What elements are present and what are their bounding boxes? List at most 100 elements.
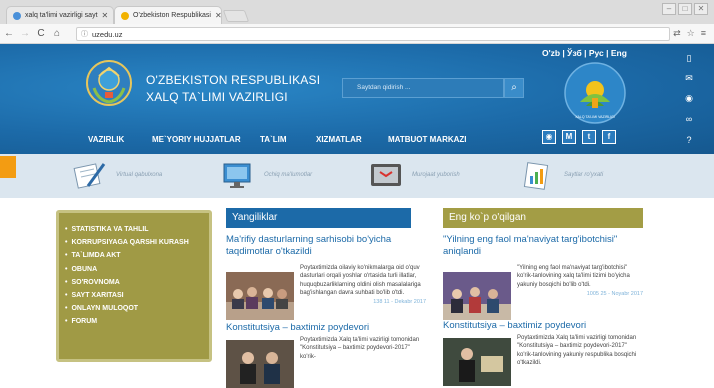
news-article-meta: 138 11 - Dekabr 2017 — [373, 299, 426, 306]
nav-talim[interactable]: TA`LIM — [260, 135, 287, 144]
menu-item-sitemap[interactable]: • SAYT XARITASI — [65, 289, 209, 302]
help-icon[interactable]: ? — [681, 133, 697, 147]
mail-social-icon[interactable]: M — [562, 130, 576, 144]
twitter-icon[interactable]: t — [582, 130, 596, 144]
mobile-icon[interactable]: ▯ — [681, 51, 697, 65]
facebook-icon[interactable]: f — [602, 130, 616, 144]
ministry-title-line2: XALQ TA`LIMI VAZIRLIGI — [146, 90, 288, 104]
quicklink-sites-list[interactable]: Saytlar ro'yxati — [520, 160, 603, 190]
new-tab-button[interactable] — [222, 10, 250, 22]
quicklink-send-appeal[interactable]: Murojaat yuborish — [368, 160, 460, 190]
bullet-icon: • — [65, 305, 68, 313]
search-input[interactable]: Saytdan qidirish ... — [342, 78, 504, 98]
news-article-title[interactable]: Ma'rifiy dasturlarning sarhisobi bo'yich… — [226, 234, 426, 258]
news-photo-thumbnail[interactable] — [226, 272, 294, 320]
browser-chrome: xalq ta'limi vazirligi sayt ✕ O'zbekisto… — [0, 0, 714, 44]
search-icon: ⌕ — [511, 82, 517, 93]
menu-item-label: SO'ROVNOMA — [71, 278, 120, 286]
address-bar[interactable]: ⓘ uzedu.uz — [76, 27, 670, 41]
popular-article-body: "Yilning eng faol ma'naviyat targ'ibotch… — [443, 264, 643, 320]
popular-photo-thumbnail[interactable] — [443, 272, 511, 320]
nav-xizmatlar[interactable]: XIZMATLAR — [316, 135, 362, 144]
logo-caption: XALQ TA'LIMI VAZIRLIGI — [575, 115, 615, 119]
quicklink-label: Ochiq ma'lumotlar — [264, 172, 313, 178]
popular-article-summary: "Yilning eng faol ma'naviyat targ'ibotch… — [517, 265, 630, 288]
most-read-heading[interactable]: Eng ko`p o'qilgan — [443, 208, 643, 228]
close-tab-icon[interactable]: ✕ — [102, 11, 109, 20]
quicklink-open-data[interactable]: Ochiq ma'lumotlar — [220, 160, 312, 190]
forward-arrow-icon[interactable]: → — [18, 28, 32, 39]
language-switcher[interactable]: O'zb | Ўзб | Рус | Eng — [542, 48, 627, 58]
favicon-icon — [121, 11, 129, 20]
share-icon[interactable]: ◉ — [542, 130, 556, 144]
most-read-column: Eng ko`p o'qilgan "Yilning eng faol ma'n… — [443, 208, 643, 386]
menu-item-label: FORUM — [71, 318, 98, 326]
news-photo-thumbnail[interactable] — [226, 340, 294, 388]
quicklink-label: Murojaat yuborish — [412, 172, 460, 178]
nav-vazirlik[interactable]: VAZIRLIK — [88, 135, 124, 144]
tab-strip: xalq ta'limi vazirligi sayt ✕ O'zbekisto… — [0, 0, 714, 24]
toolbar-right-icons: ⇄ ☆ ≡ — [673, 28, 706, 39]
popular-article-title[interactable]: "Yilning eng faol ma'naviyat targ'ibotch… — [443, 234, 643, 258]
reload-icon[interactable]: C — [34, 28, 48, 39]
menu-item-forum[interactable]: • FORUM — [65, 315, 209, 328]
close-window-button[interactable]: ✕ — [694, 3, 708, 15]
menu-item-label: ONLAYN MULOQOT — [71, 305, 139, 313]
notepad-pen-icon — [73, 163, 106, 189]
bookmark-star-icon[interactable]: ☆ — [687, 28, 695, 39]
document-chart-icon — [523, 162, 549, 190]
news-article-body: Poytaxtimizda Xalq ta'limi vazirligi tom… — [226, 336, 426, 388]
quicklink-virtual-reception[interactable]: Virtual qabulxona — [72, 160, 162, 190]
popular-article-meta: 1005 25 - Noyabr 2017 — [586, 290, 643, 297]
bullet-icon: • — [65, 278, 68, 286]
eye-icon[interactable]: ◉ — [681, 92, 697, 106]
tab-title: xalq ta'limi vazirligi sayt — [25, 12, 98, 19]
maximize-button[interactable]: □ — [678, 3, 692, 15]
close-tab-icon[interactable]: ✕ — [215, 11, 221, 20]
site-header: O'ZBEKISTON RESPUBLIKASI XALQ TA`LIMI VA… — [0, 44, 714, 154]
mail-icon[interactable]: ✉ — [681, 72, 697, 86]
social-links: ◉ M t f — [542, 130, 616, 144]
menu-item-statistics[interactable]: • STATISTIKA VA TAHLIL — [65, 223, 209, 236]
ministry-logo-icon[interactable]: XALQ TA'LIMI VAZIRLIGI — [562, 60, 628, 126]
popular-article-body: Poytaxtimizda Xalq ta'limi vazirligi tom… — [443, 334, 643, 386]
search-button[interactable]: ⌕ — [504, 78, 524, 98]
nav-meyoriy-hujjatlar[interactable]: ME`YORIY HUJJATLAR — [152, 135, 241, 144]
menu-item-online-chat[interactable]: • ONLAYN MULOQOT — [65, 302, 209, 315]
side-tab-icon[interactable] — [0, 156, 16, 178]
menu-item-anticorruption[interactable]: • KORRUPSIYAGA QARSHI KURASH — [65, 236, 209, 249]
browser-tab-1[interactable]: xalq ta'limi vazirligi sayt ✕ — [6, 6, 114, 24]
menu-item-label: SAYT XARITASI — [71, 292, 124, 300]
menu-item-subscription[interactable]: • OBUNA — [65, 263, 209, 276]
browser-tab-2[interactable]: O'zbekiston Respublikasi ✕ — [114, 6, 222, 24]
bullet-icon: • — [65, 252, 68, 260]
news-heading[interactable]: Yangiliklar — [226, 208, 411, 228]
popular-article-title[interactable]: Konstitutsiya – baxtimiz poydevori — [443, 320, 643, 332]
nav-matbuot-markazi[interactable]: MATBUOT MARKAZI — [388, 135, 467, 144]
popular-photo-thumbnail[interactable] — [443, 338, 511, 386]
home-icon[interactable]: ⌂ — [50, 28, 64, 39]
left-menu: • STATISTIKA VA TAHLIL • KORRUPSIYAGA QARS… — [56, 210, 212, 362]
back-arrow-icon[interactable]: ← — [2, 28, 16, 39]
state-emblem-icon[interactable] — [84, 58, 134, 108]
bullet-icon: • — [65, 265, 68, 273]
tab-title: O'zbekiston Respublikasi — [133, 12, 211, 19]
menu-item-survey[interactable]: • SO'ROVNOMA — [65, 276, 209, 289]
menu-item-label: TA`LIMDA AKT — [71, 252, 121, 260]
link-icon[interactable]: ∞ — [681, 112, 697, 126]
menu-item-label: OBUNA — [71, 265, 98, 273]
quicklink-label: Saytlar ro'yxati — [564, 172, 604, 178]
main-content: • STATISTIKA VA TAHLIL • KORRUPSIYAGA QARS… — [0, 198, 714, 388]
news-article-title[interactable]: Konstitutsiya – baxtimiz poydevori — [226, 322, 426, 334]
menu-icon[interactable]: ≡ — [701, 28, 706, 39]
monitor-icon — [223, 163, 251, 188]
translate-icon[interactable]: ⇄ — [673, 28, 681, 39]
header-side-icons: ▯ ✉ ◉ ∞ ? — [664, 44, 714, 154]
menu-item-label: STATISTIKA VA TAHLIL — [71, 226, 149, 234]
minimize-button[interactable]: – — [662, 3, 676, 15]
info-icon[interactable]: ⓘ — [81, 29, 88, 39]
ministry-title[interactable]: O'ZBEKISTON RESPUBLIKASI XALQ TA`LIMI VA… — [146, 72, 320, 106]
menu-item-label: KORRUPSIYAGA QARSHI KURASH — [71, 239, 189, 247]
news-article-body: Poytaxtimizda oilaviy ko'nikmalarga oid … — [226, 264, 426, 320]
menu-item-ict[interactable]: • TA`LIMDA AKT — [65, 249, 209, 262]
